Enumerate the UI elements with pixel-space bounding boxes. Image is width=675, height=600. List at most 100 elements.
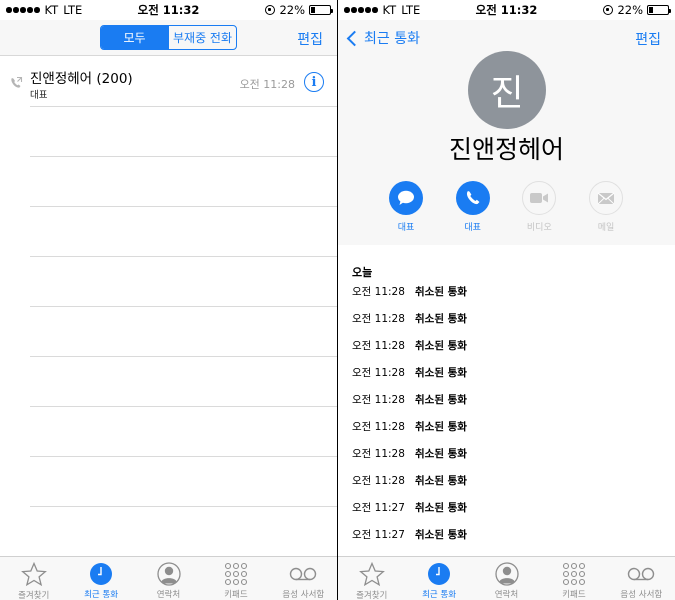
voicemail-icon (628, 567, 655, 581)
star-icon (358, 562, 385, 587)
action-label: 메일 (597, 223, 615, 233)
battery-percent: 22% (617, 3, 643, 17)
phone-icon (466, 191, 480, 205)
info-icon[interactable]: i (304, 72, 324, 92)
history-status: 취소된 통화 (415, 448, 467, 460)
history-status: 취소된 통화 (415, 286, 467, 298)
empty-row (30, 257, 337, 307)
tab-voicemail[interactable]: 음성 사서함 (608, 557, 675, 600)
history-time: 오전 11:28 (352, 394, 405, 406)
tab-label: 키패드 (224, 590, 248, 600)
tab-keypad[interactable]: 키패드 (202, 557, 269, 600)
empty-row (30, 207, 337, 257)
tab-label: 즐겨찾기 (356, 591, 388, 600)
signal-icon (344, 7, 378, 13)
battery-icon (309, 5, 333, 15)
history-time: 오전 11:28 (352, 448, 405, 460)
action-label: 대표 (464, 223, 481, 233)
list-item[interactable]: 진앤정헤어 (200) 대표 오전 11:28 i (0, 57, 337, 107)
voicemail-icon (290, 567, 317, 581)
empty-row (30, 157, 337, 207)
tab-label: 최근 통화 (84, 590, 119, 600)
history-time: 오전 11:27 (352, 529, 405, 541)
carrier-label: KT (44, 3, 59, 17)
contact-actions: 대표 대표 비디오 메일 (388, 181, 624, 233)
history-row: 오전 11:28 취소된 통화 (352, 413, 675, 440)
status-bar: KT LTE 오전 11:32 22% (338, 0, 675, 20)
history-time: 오전 11:28 (352, 421, 405, 433)
nav-bar: 모두 부재중 전화 편집 (0, 20, 337, 56)
segment-all[interactable]: 모두 (101, 26, 168, 49)
mail-action: 메일 (588, 181, 624, 233)
history-status: 취소된 통화 (415, 340, 467, 352)
history-time: 오전 11:28 (352, 367, 405, 379)
tab-label: 연락처 (156, 590, 181, 600)
rotation-lock-icon (603, 5, 614, 15)
empty-row (30, 107, 337, 157)
action-label: 비디오 (526, 223, 552, 233)
history-status: 취소된 통화 (415, 367, 467, 379)
message-action[interactable]: 대표 (388, 181, 424, 233)
contact-name: 진앤정헤어 (448, 135, 564, 164)
caller-label: 대표 (30, 90, 48, 101)
outgoing-call-icon (11, 76, 23, 88)
tab-contacts[interactable]: 연락처 (135, 557, 202, 600)
history-time: 오전 11:28 (352, 475, 405, 487)
video-icon (530, 193, 549, 203)
recents-list: 진앤정헤어 (200) 대표 오전 11:28 i (0, 57, 337, 507)
tab-bar: 즐겨찾기 최근 통화 연락처 키패드 음성 사서함 (338, 556, 675, 600)
tab-keypad[interactable]: 키패드 (540, 557, 607, 600)
call-history-list: 오전 11:28 취소된 통화 오전 11:28 취소된 통화 오전 11:28 취소… (352, 278, 675, 548)
battery-percent: 22% (279, 3, 305, 17)
edit-button[interactable]: 편집 (635, 29, 661, 49)
history-status: 취소된 통화 (415, 502, 467, 514)
tab-voicemail[interactable]: 음성 사서함 (270, 557, 337, 600)
video-action: 비디오 (521, 181, 557, 233)
segment-missed[interactable]: 부재중 전화 (168, 26, 236, 49)
tab-bar: 즐겨찾기 최근 통화 연락처 키패드 음성 사서함 (0, 556, 337, 600)
empty-row (30, 357, 337, 407)
tab-favorites[interactable]: 즐겨찾기 (338, 557, 405, 600)
empty-row (30, 307, 337, 357)
filter-segmented-control: 모두 부재중 전화 (100, 25, 237, 50)
history-status: 취소된 통화 (415, 313, 467, 325)
back-label: 최근 통화 (364, 31, 420, 47)
tab-label: 음성 사서함 (620, 590, 663, 600)
keypad-icon (224, 562, 247, 586)
call-time: 오전 11:28 (239, 78, 295, 91)
history-row: 오전 11:27 취소된 통화 (352, 521, 675, 548)
star-icon (20, 562, 47, 587)
tab-label: 즐겨찾기 (18, 591, 50, 600)
tab-favorites[interactable]: 즐겨찾기 (0, 557, 67, 600)
avatar: 진 (468, 51, 546, 129)
message-icon (398, 190, 414, 205)
back-button[interactable]: 최근 통화 (344, 28, 420, 48)
tab-contacts[interactable]: 연락처 (473, 557, 540, 600)
tab-label: 최근 통화 (422, 590, 457, 600)
history-status: 취소된 통화 (415, 394, 467, 406)
history-row: 오전 11:28 취소된 통화 (352, 278, 675, 305)
history-row: 오전 11:28 취소된 통화 (352, 467, 675, 494)
edit-button[interactable]: 편집 (297, 29, 323, 49)
call-action[interactable]: 대표 (455, 181, 491, 233)
clock-icon (428, 563, 451, 585)
tab-recents[interactable]: 최근 통화 (67, 557, 134, 600)
history-time: 오전 11:27 (352, 502, 405, 514)
status-bar: KT LTE 오전 11:32 22% (0, 0, 337, 20)
tab-label: 음성 사서함 (282, 590, 325, 600)
recents-screen: KT LTE 오전 11:32 22% 모두 부재중 전화 편집 진앤정헤어 (… (0, 0, 337, 600)
contact-icon (156, 562, 181, 586)
history-status: 취소된 통화 (415, 421, 467, 433)
rotation-lock-icon (265, 5, 276, 15)
network-label: LTE (63, 3, 83, 17)
clock-icon (90, 563, 113, 585)
signal-icon (6, 7, 40, 13)
caller-name: 진앤정헤어 (200) (30, 71, 133, 87)
tab-recents[interactable]: 최근 통화 (405, 557, 472, 600)
history-time: 오전 11:28 (352, 286, 405, 298)
history-status: 취소된 통화 (415, 529, 467, 541)
history-status: 취소된 통화 (415, 475, 467, 487)
battery-icon (647, 5, 671, 15)
history-row: 오전 11:28 취소된 통화 (352, 440, 675, 467)
network-label: LTE (401, 3, 421, 17)
